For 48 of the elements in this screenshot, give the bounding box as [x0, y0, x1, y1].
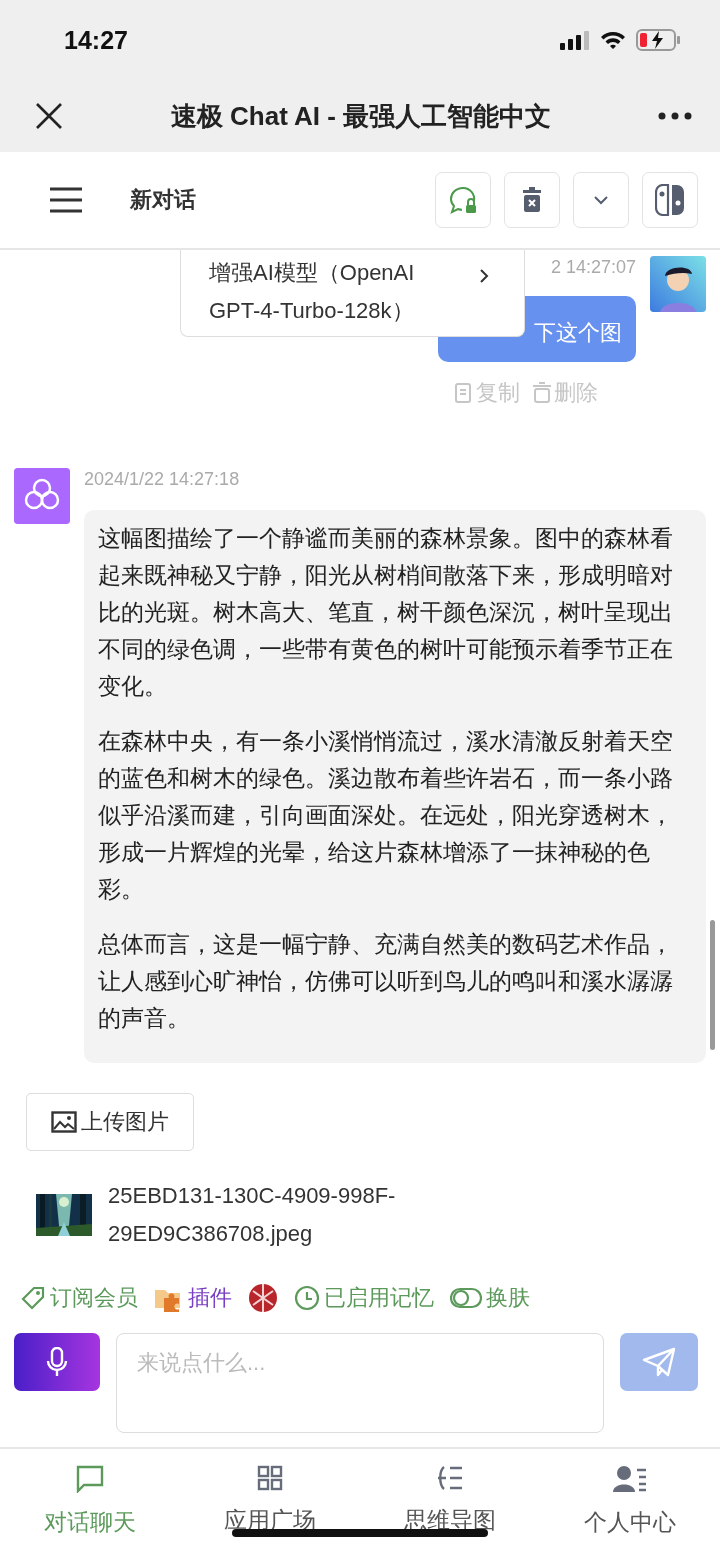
message-input[interactable]: 来说点什么... — [116, 1333, 604, 1433]
send-icon — [642, 1347, 676, 1377]
message-time: 2024/1/22 14:27:18 — [84, 469, 240, 489]
chevron-down-icon — [594, 195, 608, 205]
microphone-icon — [46, 1347, 68, 1377]
clock-time: 14:27 — [64, 25, 128, 55]
conversation-title: 新对话 — [130, 186, 197, 214]
page-title: 速极 Chat AI - 最强人工智能中文 — [169, 99, 553, 133]
toggle-icon — [450, 1287, 482, 1309]
delete-button[interactable] — [504, 172, 560, 228]
message-paragraph: 在森林中央，有一条小溪悄悄流过，溪水清澈反射着天空的蓝色和树木的绿色。溪边散布着些许岩石，而一条小路似乎沿溪而建，引向画面深处。在远处，阳光穿透树木，形成一片辉煌的光晕，给这片森林增添了一抹神秘的色彩。 — [98, 727, 674, 904]
signal-icon — [560, 30, 590, 50]
trash-icon — [521, 187, 543, 213]
model-menu-item[interactable]: 增强AI模型（OpenAI GPT-4-Turbo-128k） — [180, 250, 525, 337]
menu-icon[interactable] — [50, 187, 82, 213]
person-tab[interactable]: 个人中心 — [540, 1449, 720, 1553]
switch-button[interactable] — [642, 172, 698, 228]
tag-link[interactable]: 订阅会员 — [50, 1283, 138, 1313]
ball-icon — [248, 1283, 278, 1313]
voice-button[interactable] — [14, 1333, 100, 1391]
image-icon — [51, 1111, 77, 1133]
battery-charging-icon — [636, 29, 682, 51]
plugin-link[interactable]: 插件 — [188, 1283, 232, 1313]
game-controller-icon — [655, 184, 685, 216]
message-time: 2 14:27:07 — [550, 256, 636, 278]
more-icon[interactable] — [658, 112, 692, 120]
grid-icon — [257, 1465, 283, 1491]
copy-icon — [454, 382, 474, 404]
message-paragraph: 总体而言，这是一幅宁静、充满自然美的数码艺术作品，让人感到心旷神怡，仿佛可以听到鸟儿的鸣叫和溪水潺潺的声音。 — [98, 930, 674, 1033]
chevron-right-icon — [479, 268, 489, 284]
message-paragraph: 这幅图描绘了一个静谧而美丽的森林景象。图中的森林看起来既神秘又宁静，阳光从树梢间散落下来，形成明暗对比的光斑。树木高大、笔直，树干颜色深沉，树叶呈现出不同的绿色调，一些带有黄色的树叶可能预示着季节正在变化。 — [98, 524, 674, 701]
chat-tab[interactable]: 对话聊天 — [0, 1449, 180, 1553]
list-icon — [436, 1465, 464, 1491]
clock-link[interactable]: 已启用记忆 — [324, 1283, 434, 1313]
wifi-icon — [600, 30, 626, 50]
clock-icon — [294, 1285, 320, 1311]
chat-lock-icon — [447, 184, 479, 216]
person-card-icon — [613, 1465, 647, 1493]
tag-icon — [20, 1285, 46, 1311]
trash-icon — [532, 382, 552, 404]
toggle-link[interactable]: 换肤 — [486, 1283, 530, 1313]
close-icon[interactable] — [34, 101, 64, 131]
chat-lock-button[interactable] — [435, 172, 491, 228]
attachment-filename[interactable]: 25EBD131-130C-4909-998F-29ED9C386708.jpeg — [108, 1177, 448, 1253]
user-avatar — [650, 256, 706, 312]
chat-bubble-icon — [76, 1465, 104, 1493]
upload-image-button[interactable]: 上传图片 — [26, 1093, 194, 1151]
assistant-avatar — [14, 468, 70, 524]
